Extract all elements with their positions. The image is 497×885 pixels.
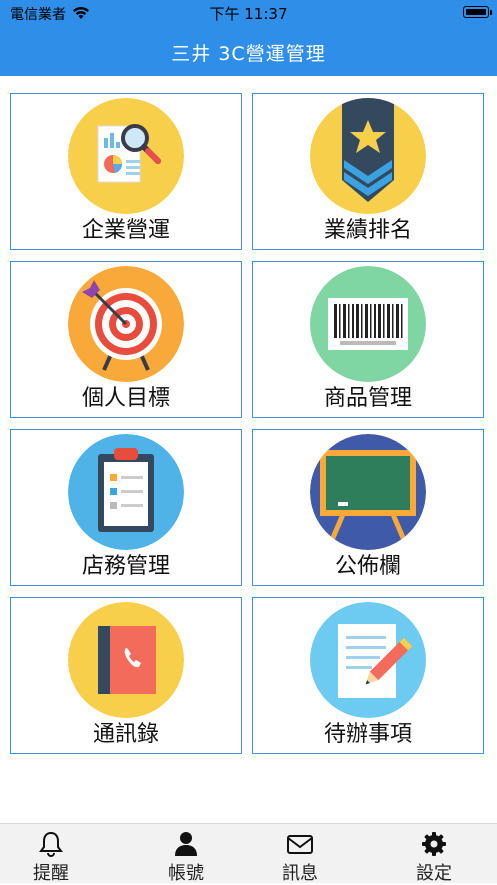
tile-label: 業績排名 [323,218,412,243]
tile-label: 商品管理 [323,386,412,411]
address-book-icon [68,602,184,718]
menu-grid: 企業營運 業績排名 個人目標 商品管理 店務管理 公佈欄 通訊錄 待辦事項 [0,0,497,800]
clipboard-icon [68,434,184,550]
tile-contacts[interactable]: 通訊錄 [10,597,242,754]
tile-label: 企業營運 [81,218,170,243]
tab-account[interactable]: 帳號 [141,824,231,884]
user-icon [172,830,200,858]
tile-product-management[interactable]: 商品管理 [252,261,484,418]
tab-messages[interactable]: 訊息 [255,824,345,884]
tab-label: 帳號 [168,863,204,884]
tab-settings[interactable]: 設定 [389,824,479,884]
tile-label: 店務管理 [81,554,170,579]
target-icon [68,266,184,382]
tile-label: 待辦事項 [323,722,412,747]
tile-business-operations[interactable]: 企業營運 [10,93,242,250]
tile-label: 公佈欄 [334,554,401,579]
tile-todo[interactable]: 待辦事項 [252,597,484,754]
chalkboard-icon [310,434,426,550]
report-magnifier-icon [68,98,184,214]
bell-icon [37,830,65,858]
tile-sales-ranking[interactable]: 業績排名 [252,93,484,250]
tab-label: 提醒 [33,863,69,884]
envelope-icon [286,830,314,858]
todo-pencil-icon [310,602,426,718]
tab-label: 設定 [416,863,452,884]
tile-personal-goals[interactable]: 個人目標 [10,261,242,418]
tab-bar: 提醒 帳號 訊息 設定 [0,823,497,884]
tile-label: 個人目標 [81,386,170,411]
tile-store-management[interactable]: 店務管理 [10,429,242,586]
rank-badge-icon [310,98,426,214]
barcode-icon [310,266,426,382]
tab-reminders[interactable]: 提醒 [6,824,96,884]
gear-icon [420,830,448,858]
tab-label: 訊息 [282,863,318,884]
tile-bulletin-board[interactable]: 公佈欄 [252,429,484,586]
tile-label: 通訊錄 [92,722,159,747]
